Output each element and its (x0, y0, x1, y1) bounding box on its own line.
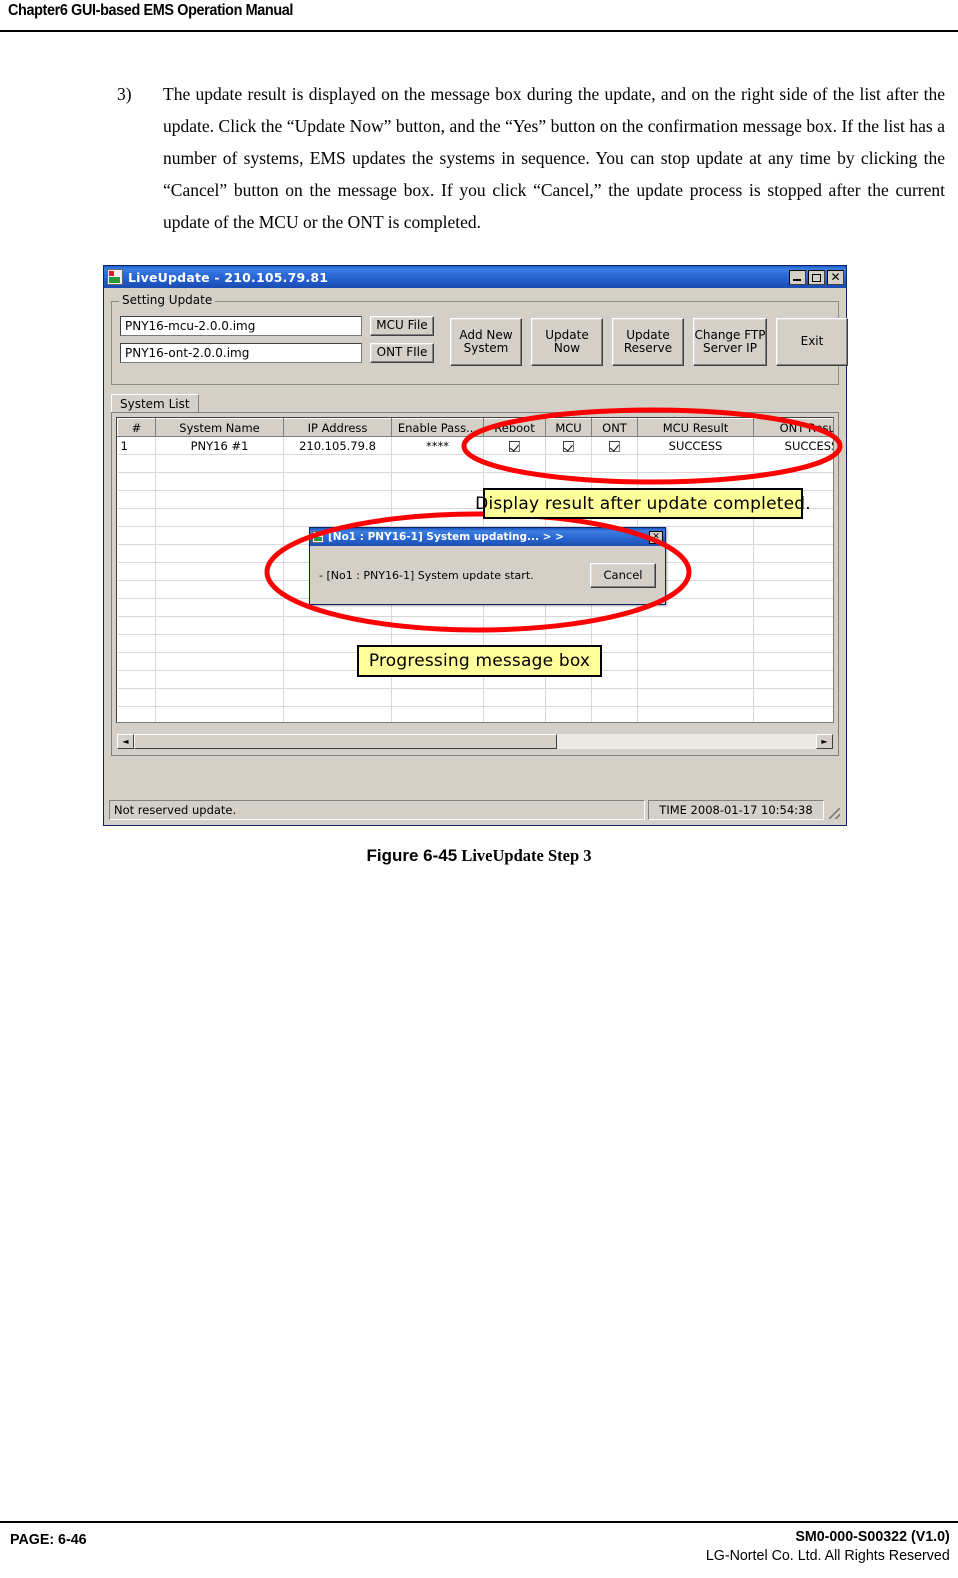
ont-file-input[interactable]: PNY16-ont-2.0.0.img (120, 343, 362, 363)
callout-progressing-message-box: Progressing message box (357, 645, 602, 677)
table-row-empty[interactable] (117, 706, 833, 722)
window-title: LiveUpdate - 210.105.79.81 (128, 269, 329, 285)
status-message: Not reserved update. (109, 800, 645, 820)
window-titlebar: LiveUpdate - 210.105.79.81 ✕ (104, 266, 846, 288)
ont-file-button[interactable]: ONT FIle (370, 343, 434, 363)
update-reserve-button[interactable]: Update Reserve (612, 318, 684, 366)
cell-enable-pass: **** (391, 436, 484, 455)
cell-ont-result: SUCCESS (753, 436, 833, 455)
cell-mcu-result: SUCCESS (637, 436, 754, 455)
page-header-title: Chapter6 GUI-based EMS Operation Manual (8, 2, 294, 19)
footer-doc-id: SM0-000-S00322 (V1.0) (795, 1528, 950, 1545)
footer-divider (0, 1521, 958, 1523)
table-row-empty[interactable] (117, 688, 833, 707)
scrollbar-thumb[interactable] (134, 734, 557, 749)
header-divider (0, 30, 958, 32)
dialog-cancel-button[interactable]: Cancel (590, 562, 656, 588)
col-mcu[interactable]: MCU (545, 418, 592, 437)
dialog-title: [No1 : PNY16-1] System updating... > > (328, 531, 564, 543)
dialog-close-icon[interactable]: ✕ (649, 530, 663, 544)
mcu-file-button[interactable]: MCU File (370, 316, 434, 336)
horizontal-scrollbar[interactable]: ◄ ► (116, 733, 834, 750)
table-row-empty[interactable] (117, 454, 833, 473)
col-enable-pass[interactable]: Enable Pass... (391, 418, 484, 437)
cell-mcu[interactable] (545, 436, 592, 455)
close-button[interactable]: ✕ (827, 269, 844, 285)
dialog-body: - [No1 : PNY16-1] System update start. C… (310, 546, 665, 604)
col-ont-result[interactable]: ONT Result (753, 418, 833, 437)
scroll-left-arrow-icon[interactable]: ◄ (117, 734, 134, 749)
add-new-system-button[interactable]: Add New System (450, 318, 522, 366)
setting-update-group: Setting Update PNY16-mcu-2.0.0.img MCU F… (111, 293, 848, 385)
col-system-name[interactable]: System Name (155, 418, 284, 437)
list-item-marker: 3) (117, 84, 132, 104)
cell-ont[interactable] (591, 436, 638, 455)
footer-document-info: SM0-000-S00322 (V1.0) LG-Nortel Co. Ltd.… (693, 1528, 950, 1564)
dialog-message: - [No1 : PNY16-1] System update start. (319, 568, 534, 582)
cell-reboot[interactable] (483, 436, 546, 455)
change-ftp-server-ip-button[interactable]: Change FTP Server IP (693, 318, 767, 366)
minimize-button[interactable] (789, 269, 806, 285)
scroll-right-arrow-icon[interactable]: ► (816, 734, 833, 749)
col-mcu-result[interactable]: MCU Result (637, 418, 754, 437)
figure-caption: Figure 6-45 LiveUpdate Step 3 (0, 846, 958, 866)
scrollbar-track[interactable] (134, 734, 816, 749)
liveupdate-window: LiveUpdate - 210.105.79.81 ✕ Setting Upd… (103, 265, 848, 826)
table-row[interactable]: 1 PNY16 #1 210.105.79.8 **** SUCCESS SUC… (117, 436, 833, 455)
col-reboot[interactable]: Reboot (483, 418, 546, 437)
dialog-titlebar: [No1 : PNY16-1] System updating... > > ✕ (310, 528, 665, 546)
table-row-empty[interactable] (117, 616, 833, 635)
footer-page-number: PAGE: 6-46 (10, 1531, 87, 1548)
footer-rights: LG-Nortel Co. Ltd. All Rights Reserved (706, 1547, 950, 1564)
col-ont[interactable]: ONT (591, 418, 638, 437)
figure-caption-lead: Figure 6-45 (366, 846, 458, 865)
callout-display-result: Display result after update completed. (475, 488, 811, 519)
exit-button[interactable]: Exit (776, 318, 848, 366)
update-reserve-line1: Update (626, 327, 670, 342)
update-reserve-line2: Reserve (623, 341, 673, 355)
list-item-text: The update result is displayed on the me… (163, 84, 945, 232)
body-paragraph: 3) The update result is displayed on the… (117, 78, 945, 238)
application-icon (107, 269, 123, 285)
ont-checkbox[interactable] (609, 440, 620, 452)
tab-strip: System List (111, 393, 839, 413)
figure-caption-text: LiveUpdate Step 3 (461, 846, 592, 865)
change-ftp-line1: Change FTP (694, 327, 766, 342)
tab-system-list[interactable]: System List (111, 394, 199, 413)
setting-update-legend: Setting Update (119, 293, 216, 307)
update-now-line2: Now (553, 341, 581, 355)
reboot-checkbox[interactable] (509, 440, 520, 452)
change-ftp-line2: Server IP (703, 341, 757, 355)
status-bar: Not reserved update. TIME 2008-01-17 10:… (109, 800, 841, 820)
add-new-system-line1: Add New (459, 327, 513, 342)
cell-ip-address: 210.105.79.8 (283, 436, 392, 455)
table-header-row: # System Name IP Address Enable Pass... … (117, 418, 833, 437)
window-controls: ✕ (789, 269, 844, 285)
col-index[interactable]: # (117, 418, 156, 437)
system-updating-dialog: [No1 : PNY16-1] System updating... > > ✕… (309, 527, 666, 605)
mcu-file-input[interactable]: PNY16-mcu-2.0.0.img (120, 316, 362, 336)
action-buttons: Add New System Update Now Update Reserve… (450, 316, 848, 366)
resize-grip-icon[interactable] (827, 800, 841, 820)
file-selection-column: PNY16-mcu-2.0.0.img MCU File PNY16-ont-2… (120, 316, 434, 363)
status-time: TIME 2008-01-17 10:54:38 (648, 800, 824, 820)
mcu-checkbox[interactable] (563, 440, 574, 452)
maximize-button[interactable] (808, 269, 825, 285)
update-now-line1: Update (545, 327, 589, 342)
cell-system-name: PNY16 #1 (155, 436, 284, 455)
dialog-application-icon (312, 531, 324, 543)
update-now-button[interactable]: Update Now (531, 318, 603, 366)
add-new-system-line2: System (463, 341, 509, 355)
col-ip-address[interactable]: IP Address (283, 418, 392, 437)
cell-index: 1 (117, 436, 156, 455)
